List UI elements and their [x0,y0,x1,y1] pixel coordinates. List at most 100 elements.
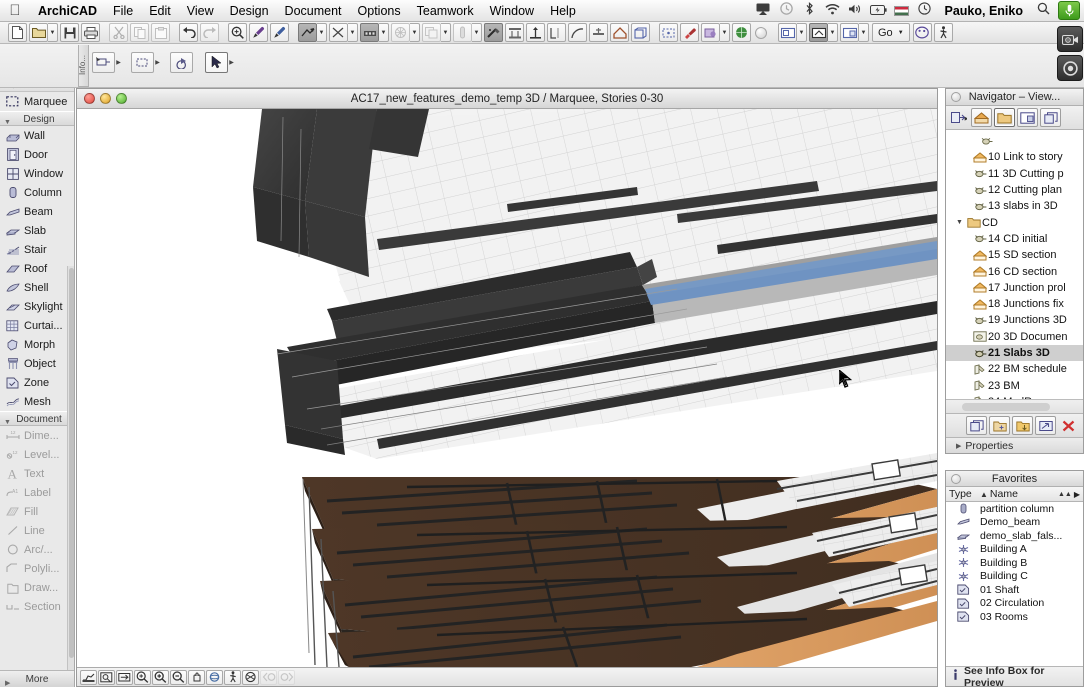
zoom-in-button[interactable] [152,669,169,685]
arrow-tool-dropdown-arrow-icon[interactable]: ▶ [227,52,236,73]
actual-size-button[interactable] [116,669,133,685]
drag-copy-dropdown-arrow-icon[interactable]: ▼ [317,23,327,42]
tree-row[interactable]: 11 3D Cutting p [946,166,1083,182]
nav-publisher-sets-button[interactable] [1040,108,1061,127]
orbit-button[interactable] [206,669,223,685]
tool-window[interactable]: Window [0,164,74,183]
tool-slab[interactable]: Slab [0,221,74,240]
battery-icon[interactable] [867,0,890,22]
copy-button[interactable] [130,23,149,42]
menu-design[interactable]: Design [222,0,277,22]
find-select-button[interactable] [228,23,247,42]
tool-wall[interactable]: Wall [0,126,74,145]
menu-document[interactable]: Document [277,0,350,22]
intersect-button[interactable] [589,23,608,42]
folder-collapse-icon[interactable]: ▼ [956,219,966,226]
toolbox-scrollbar[interactable] [67,266,74,687]
tree-row[interactable]: 15 SD section [946,247,1083,263]
suspend-groups-dropdown-arrow-icon[interactable]: ▼ [472,23,482,42]
save-button[interactable] [60,23,79,42]
next-zoom-button[interactable] [278,669,295,685]
new-folder-button[interactable] [989,416,1010,435]
nav-settings-icon[interactable]: ▶ [949,108,969,127]
polygon-selection-method-button[interactable] [170,52,193,73]
adjust-button[interactable] [568,23,587,42]
tool-column[interactable]: Column [0,183,74,202]
apple-logo-icon[interactable]:  [0,3,30,18]
tree-row[interactable]: 18 Junctions fix [946,296,1083,312]
print-button[interactable] [81,23,100,42]
list-item[interactable]: 01 Shaft [946,583,1083,597]
rectangle-selection-method-button[interactable] [131,52,154,73]
suspend-groups-button[interactable] [453,23,472,42]
tool-level-dimension[interactable]: 12 Level... [0,445,74,464]
tool-label[interactable]: A1 Label [0,483,74,502]
favorites-column-name[interactable]: Name [990,488,1058,500]
list-item[interactable]: 02 Circulation [946,597,1083,611]
tree-row[interactable]: 13 slabs in 3D [946,198,1083,214]
section-view-button[interactable] [840,23,859,42]
timemachine-icon[interactable] [775,0,798,22]
tool-curtain-wall[interactable]: Curtai... [0,316,74,335]
menu-view[interactable]: View [179,0,222,22]
trim-dropdown-arrow-icon[interactable]: ▼ [348,23,358,42]
palette-icon[interactable] [912,23,932,42]
tree-row[interactable]: 20 3D Documen [946,329,1083,345]
flag-hungary-icon[interactable] [890,0,913,22]
toolbox-scrollbar-thumb[interactable] [69,268,74,658]
solid-operations-button[interactable] [391,23,410,42]
navigator-properties-section[interactable]: ▶ Properties [946,437,1083,453]
list-item[interactable]: Building B [946,556,1083,570]
tree-row[interactable]: 16 CD section [946,263,1083,279]
3d-settings-button[interactable] [80,669,97,685]
drag-copy-button[interactable] [298,23,317,42]
group-dropdown-arrow-icon[interactable]: ▼ [441,23,451,42]
menu-options[interactable]: Options [350,0,409,22]
delete-view-button[interactable] [1058,416,1078,435]
bluetooth-icon[interactable] [798,0,821,22]
navigator-horizontal-scrollbar[interactable] [946,399,1083,413]
new-document-button[interactable] [8,23,27,42]
tool-marquee[interactable]: Marquee [0,92,74,111]
list-item[interactable]: partition column [946,502,1083,516]
menu-teamwork[interactable]: Teamwork [409,0,482,22]
section-view-dropdown-arrow-icon[interactable]: ▼ [859,23,869,42]
tree-row[interactable]: 12 Cutting plan [946,182,1083,198]
pick-up-parameters-button[interactable] [249,23,268,42]
spotlight-search-icon[interactable] [1032,0,1055,22]
list-item[interactable]: 03 Rooms [946,610,1083,624]
favorites-list[interactable]: partition column Demo_beam demo_slab_fal… [946,502,1083,666]
toolbox-section-design[interactable]: ▼ Design [0,111,74,126]
tool-shell[interactable]: Shell [0,278,74,297]
tool-line[interactable]: Line [0,521,74,540]
pan-button[interactable] [188,669,205,685]
roof-tool-button[interactable] [610,23,629,42]
toolbar-knob-icon[interactable] [755,26,767,39]
toolbox-more-section[interactable]: ▶ More [0,670,74,687]
favorites-column-type[interactable]: Type [946,488,980,500]
align-button[interactable] [505,23,524,42]
tree-row[interactable] [946,133,1083,149]
tool-stair[interactable]: Stair [0,240,74,259]
menu-app-name[interactable]: ArchiCAD [30,0,105,22]
tool-dimension[interactable]: 12 Dime... [0,426,74,445]
tool-roof[interactable]: Roof [0,259,74,278]
wifi-icon[interactable] [821,0,844,22]
inject-parameters-button[interactable] [270,23,289,42]
tool-zone[interactable]: Zone [0,373,74,392]
navigator-scrollbar-thumb[interactable] [962,403,1050,411]
walkthrough-icon[interactable] [933,23,953,42]
nav-view-map-button[interactable] [994,108,1015,127]
tool-fill[interactable]: Fill [0,502,74,521]
trim-button[interactable] [329,23,348,42]
tool-arc-circle[interactable]: Arc/... [0,540,74,559]
tree-row-slabs-3d[interactable]: 21 Slabs 3D [946,344,1083,362]
tool-beam[interactable]: Beam [0,202,74,221]
magic-wand-button[interactable] [484,23,503,42]
quicktime-dock-button[interactable] [1057,55,1083,81]
floor-plan-dropdown-arrow-icon[interactable]: ▼ [797,23,807,42]
paste-button[interactable] [151,23,170,42]
menu-help[interactable]: Help [542,0,584,22]
list-item[interactable]: Demo_beam [946,516,1083,530]
favorites-sort-toggle-icon[interactable]: ▲▲ [1058,491,1072,498]
